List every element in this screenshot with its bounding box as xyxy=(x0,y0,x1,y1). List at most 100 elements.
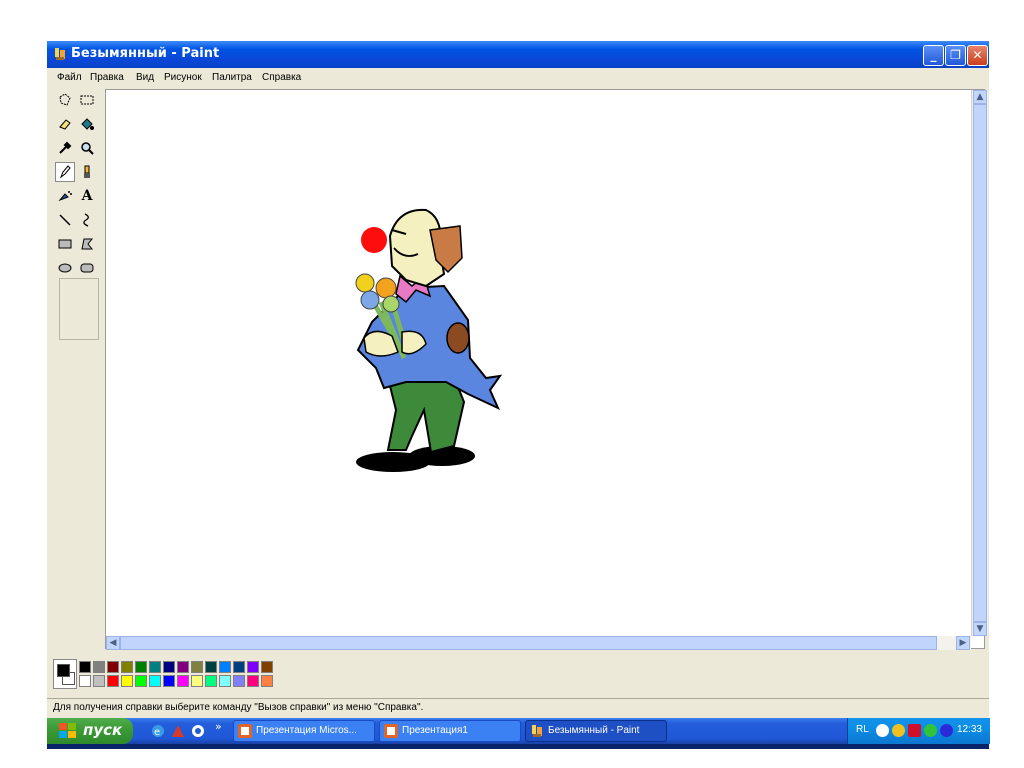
rect-select-icon xyxy=(80,95,94,105)
airbrush-icon xyxy=(58,191,72,202)
title-bar[interactable]: Безымянный - Paint _ ❐ ✕ xyxy=(47,41,989,68)
quicklaunch-app-icon[interactable] xyxy=(171,724,185,738)
pencil-icon xyxy=(59,165,71,179)
palette-swatch[interactable] xyxy=(191,675,203,687)
scroll-left-icon[interactable]: ◀ xyxy=(106,636,120,650)
palette-swatch[interactable] xyxy=(135,661,147,673)
clown-nose xyxy=(361,227,387,253)
media-player-icon[interactable] xyxy=(191,724,205,738)
palette-swatch[interactable] xyxy=(233,661,245,673)
maximize-button[interactable]: ❐ xyxy=(945,45,966,66)
palette-swatch[interactable] xyxy=(219,661,231,673)
taskbar-item-presentation-microsoft[interactable]: Презентация Micros... xyxy=(233,720,375,742)
palette-swatch[interactable] xyxy=(191,661,203,673)
palette-swatch[interactable] xyxy=(79,675,91,687)
flower-yellow xyxy=(355,273,375,293)
palette-swatch[interactable] xyxy=(79,661,91,673)
bluetooth-icon[interactable] xyxy=(940,724,953,737)
language-indicator[interactable]: RL xyxy=(856,724,869,735)
palette-swatch[interactable] xyxy=(121,675,133,687)
menu-file[interactable]: Файл xyxy=(57,72,82,83)
curve-tool[interactable] xyxy=(77,210,97,230)
minimize-icon: _ xyxy=(930,48,937,62)
current-colors[interactable] xyxy=(53,659,77,689)
fill-tool[interactable] xyxy=(77,114,97,134)
scroll-right-icon[interactable]: ▶ xyxy=(956,636,970,650)
palette-swatch[interactable] xyxy=(93,675,105,687)
free-form-select-tool[interactable] xyxy=(55,90,75,110)
taskbar-item-presentation1[interactable]: Презентация1 xyxy=(379,720,521,742)
color-picker-tool[interactable] xyxy=(55,138,75,158)
brush-tool[interactable] xyxy=(77,162,97,182)
vertical-scroll-thumb[interactable] xyxy=(973,104,987,622)
palette-swatch[interactable] xyxy=(205,675,217,687)
paint-app-icon xyxy=(55,48,65,60)
palette-swatch[interactable] xyxy=(135,675,147,687)
menu-help[interactable]: Справка xyxy=(262,72,301,83)
palette-swatch[interactable] xyxy=(107,675,119,687)
eraser-tool[interactable] xyxy=(55,114,75,134)
palette-swatch[interactable] xyxy=(163,661,175,673)
scroll-up-icon[interactable]: ▲ xyxy=(973,90,987,104)
palette-swatch[interactable] xyxy=(247,675,259,687)
antivirus-icon[interactable] xyxy=(908,724,921,737)
status-text: Для получения справки выберите команду "… xyxy=(53,702,424,713)
rectangle-tool[interactable] xyxy=(55,234,75,254)
tray-expand-icon[interactable] xyxy=(876,724,889,737)
rounded-rect-icon xyxy=(80,263,94,273)
palette-swatch[interactable] xyxy=(219,675,231,687)
ellipse-tool[interactable] xyxy=(55,258,75,278)
line-icon xyxy=(59,214,71,226)
task-label: Презентация1 xyxy=(402,725,468,736)
palette-swatch[interactable] xyxy=(177,675,189,687)
minimize-button[interactable]: _ xyxy=(923,45,944,66)
color-picker-icon xyxy=(59,141,72,154)
palette-swatch[interactable] xyxy=(177,661,189,673)
menu-view[interactable]: Вид xyxy=(136,72,154,83)
palette-swatch[interactable] xyxy=(163,675,175,687)
text-tool[interactable]: A xyxy=(77,186,97,206)
palette-swatch[interactable] xyxy=(149,675,161,687)
close-button[interactable]: ✕ xyxy=(967,45,988,66)
pencil-tool[interactable] xyxy=(55,162,75,182)
shield-icon[interactable] xyxy=(892,724,905,737)
clock: 12:33 xyxy=(956,724,982,735)
rounded-rect-tool[interactable] xyxy=(77,258,97,278)
screen-frame: Безымянный - Paint _ ❐ ✕ Файл Правка Вид… xyxy=(47,41,990,749)
taskbar-item-paint[interactable]: Безымянный - Paint xyxy=(525,720,667,742)
network-icon[interactable] xyxy=(924,724,937,737)
palette-swatch[interactable] xyxy=(261,661,273,673)
quicklaunch-chevron-icon[interactable]: » xyxy=(215,720,222,733)
magnifier-tool[interactable] xyxy=(77,138,97,158)
palette-swatch[interactable] xyxy=(121,661,133,673)
palette-swatch[interactable] xyxy=(247,661,259,673)
palette-swatch[interactable] xyxy=(233,675,245,687)
window-title: Безымянный - Paint xyxy=(71,46,220,61)
text-icon: A xyxy=(81,188,93,204)
menu-palette[interactable]: Палитра xyxy=(212,72,252,83)
fill-bucket-icon xyxy=(81,118,94,130)
scroll-down-icon[interactable]: ▼ xyxy=(973,622,987,636)
internet-explorer-icon[interactable]: e xyxy=(151,724,165,738)
rect-select-tool[interactable] xyxy=(77,90,97,110)
horizontal-scroll-thumb[interactable] xyxy=(120,636,937,650)
palette-swatch[interactable] xyxy=(107,661,119,673)
menu-edit[interactable]: Правка xyxy=(90,72,124,83)
airbrush-tool[interactable] xyxy=(55,186,75,206)
foreground-color-swatch xyxy=(57,664,70,677)
palette-swatch[interactable] xyxy=(205,661,217,673)
eraser-icon xyxy=(59,119,71,130)
polygon-tool[interactable] xyxy=(77,234,97,254)
menu-image[interactable]: Рисунок xyxy=(164,72,202,83)
palette-swatch[interactable] xyxy=(149,661,161,673)
vertical-scrollbar[interactable]: ▲ ▼ xyxy=(971,90,988,636)
start-button[interactable]: пуск xyxy=(47,718,133,744)
free-form-select-icon xyxy=(59,93,71,106)
drawing-canvas[interactable] xyxy=(105,89,985,649)
palette-swatch[interactable] xyxy=(93,661,105,673)
horizontal-scrollbar[interactable]: ◀ ▶ xyxy=(106,636,971,650)
maximize-icon: ❐ xyxy=(950,48,961,62)
tool-options-box[interactable] xyxy=(59,278,99,340)
palette-swatch[interactable] xyxy=(261,675,273,687)
line-tool[interactable] xyxy=(55,210,75,230)
